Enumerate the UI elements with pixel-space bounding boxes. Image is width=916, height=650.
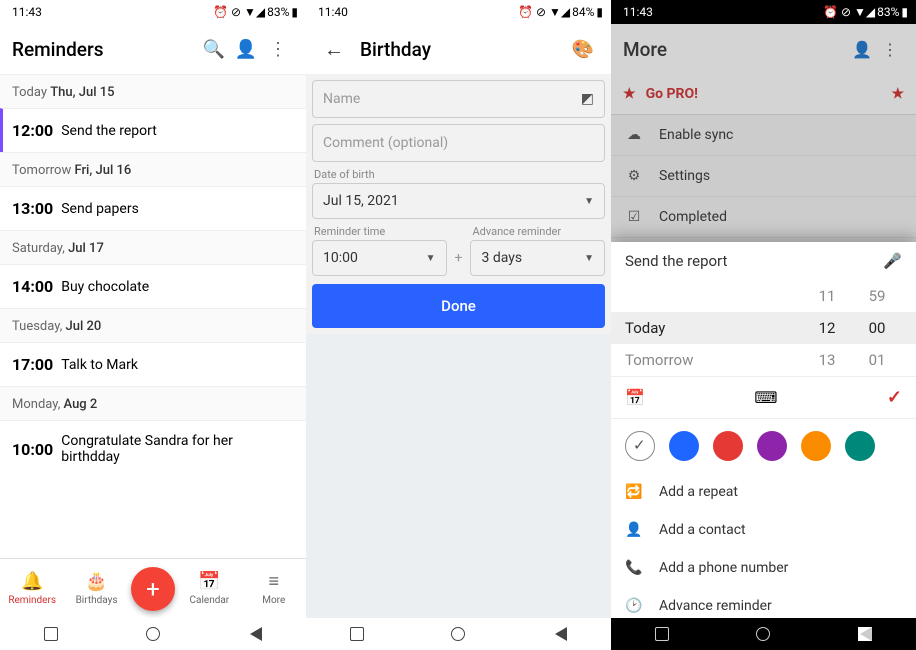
nav-reminders[interactable]: 🔔Reminders	[2, 571, 62, 606]
home-icon[interactable]	[146, 627, 160, 641]
name-field[interactable]: Name◩	[312, 80, 605, 118]
date-time-picker[interactable]: 1159 Today1200 Tomorrow1301	[611, 280, 916, 376]
cake-icon: 🎂	[67, 571, 127, 592]
nav-calendar[interactable]: 📅Calendar	[179, 571, 239, 606]
page-title: Birthday	[350, 38, 567, 61]
color-picker	[611, 419, 916, 473]
section-header: Today Thu, Jul 15	[0, 74, 306, 108]
confirm-icon[interactable]: ✓	[887, 387, 902, 408]
calendar-icon: 📅	[179, 571, 239, 592]
more-icon: ≡	[244, 571, 304, 592]
add-person-icon[interactable]: 👤	[230, 39, 262, 60]
comment-field[interactable]: Comment (optional)	[312, 124, 605, 162]
section-header: Tomorrow Fri, Jul 16	[0, 152, 306, 186]
dob-select[interactable]: Jul 15, 2021▼	[312, 183, 605, 219]
status-icons: ⏰ ⊘ ▼◢ 83% ▮	[823, 5, 908, 19]
status-time: 11:43	[8, 5, 210, 19]
nav-more[interactable]: ≡More	[244, 571, 304, 606]
color-orange[interactable]	[801, 431, 831, 461]
keyboard-icon[interactable]: ⌨	[754, 388, 777, 407]
new-reminder-sheet: Send the report 🎤 1159 Today1200 Tomorro…	[611, 242, 916, 618]
status-time: 11:40	[314, 5, 515, 19]
color-blue[interactable]	[669, 431, 699, 461]
picker-row[interactable]: Tomorrow1301	[611, 344, 916, 376]
status-icons: ⏰ ⊘ ▼◢ 84% ▮	[518, 5, 603, 19]
empty-area	[306, 334, 611, 650]
reminder-time-select[interactable]: 10:00▼	[312, 240, 447, 276]
reminder-item[interactable]: 13:00Send papers	[0, 186, 306, 230]
nav-birthdays[interactable]: 🎂Birthdays	[67, 571, 127, 606]
status-bar: 11:43 ⏰ ⊘ ▼◢ 83% ▮	[611, 0, 916, 24]
advance-reminder[interactable]: 🕑Advance reminder	[611, 587, 916, 618]
advance-reminder-label: Advance reminder	[470, 225, 605, 240]
back-icon[interactable]	[553, 627, 567, 641]
status-icons: ⏰ ⊘ ▼◢ 83% ▮	[213, 5, 298, 19]
home-icon[interactable]	[756, 627, 770, 641]
phone-icon: 📞	[625, 560, 643, 576]
add-phone[interactable]: 📞Add a phone number	[611, 549, 916, 587]
reminder-item[interactable]: 14:00Buy chocolate	[0, 264, 306, 308]
add-repeat[interactable]: 🔁Add a repeat	[611, 473, 916, 511]
status-bar: 11:43 ⏰ ⊘ ▼◢ 83% ▮	[0, 0, 306, 24]
section-header: Saturday, Jul 17	[0, 230, 306, 264]
sheet-toolbar: 📅 ⌨ ✓	[611, 376, 916, 419]
picker-row[interactable]: 1159	[611, 280, 916, 312]
system-nav	[0, 618, 306, 650]
back-icon[interactable]	[248, 627, 262, 641]
contact-icon[interactable]: ◩	[581, 91, 594, 107]
reminder-item[interactable]: 12:00Send the report	[0, 108, 306, 152]
search-icon[interactable]: 🔍	[198, 39, 230, 60]
birthday-form: Name◩ Comment (optional) Date of birth J…	[306, 74, 611, 334]
chevron-down-icon: ▼	[584, 253, 594, 264]
reminder-item[interactable]: 17:00Talk to Mark	[0, 342, 306, 386]
plus-separator: +	[453, 250, 465, 276]
action-bar: Reminders 🔍 👤 ⋮	[0, 24, 306, 74]
chevron-down-icon: ▼	[426, 253, 436, 264]
done-button[interactable]: Done	[312, 284, 605, 328]
home-icon[interactable]	[451, 627, 465, 641]
overflow-icon[interactable]: ⋮	[262, 39, 294, 60]
add-button[interactable]: +	[131, 567, 175, 611]
dob-label: Date of birth	[312, 168, 605, 183]
recents-icon[interactable]	[350, 627, 364, 641]
advance-reminder-select[interactable]: 3 days▼	[470, 240, 605, 276]
back-icon[interactable]	[858, 627, 872, 641]
contact-icon: 👤	[625, 522, 643, 538]
bell-icon: 🔔	[2, 571, 62, 592]
color-none[interactable]	[625, 431, 655, 461]
section-header: Tuesday, Jul 20	[0, 308, 306, 342]
calendar-icon[interactable]: 📅	[625, 388, 645, 407]
screen-birthday: 11:40 ⏰ ⊘ ▼◢ 84% ▮ ← Birthday 🎨 Name◩ Co…	[306, 0, 611, 650]
color-red[interactable]	[713, 431, 743, 461]
system-nav	[611, 618, 916, 650]
page-title: Reminders	[12, 38, 198, 61]
screen-reminders: 11:43 ⏰ ⊘ ▼◢ 83% ▮ Reminders 🔍 👤 ⋮ Today…	[0, 0, 306, 650]
repeat-icon: 🔁	[625, 484, 643, 500]
reminder-title-input[interactable]: Send the report 🎤	[611, 242, 916, 280]
picker-row-selected[interactable]: Today1200	[611, 312, 916, 344]
color-teal[interactable]	[845, 431, 875, 461]
recents-icon[interactable]	[44, 627, 58, 641]
back-arrow-icon[interactable]: ←	[318, 37, 350, 62]
add-contact[interactable]: 👤Add a contact	[611, 511, 916, 549]
recents-icon[interactable]	[655, 627, 669, 641]
status-time: 11:43	[619, 5, 820, 19]
status-bar: 11:40 ⏰ ⊘ ▼◢ 84% ▮	[306, 0, 611, 24]
screen-more: 11:43 ⏰ ⊘ ▼◢ 83% ▮ More 👤 ⋮ ★ Go PRO! ★ …	[611, 0, 916, 650]
color-purple[interactable]	[757, 431, 787, 461]
microphone-icon[interactable]: 🎤	[883, 252, 902, 270]
section-header: Monday, Aug 2	[0, 386, 306, 420]
clock-icon: 🕑	[625, 598, 643, 614]
reminder-time-label: Reminder time	[312, 225, 447, 240]
reminder-item[interactable]: 10:00Congratulate Sandra for her birthdd…	[0, 420, 306, 477]
action-bar: ← Birthday 🎨	[306, 24, 611, 74]
system-nav	[306, 618, 611, 650]
palette-icon[interactable]: 🎨	[567, 39, 599, 60]
bottom-nav: 🔔Reminders 🎂Birthdays + 📅Calendar ≡More	[0, 558, 306, 618]
chevron-down-icon: ▼	[584, 196, 594, 207]
